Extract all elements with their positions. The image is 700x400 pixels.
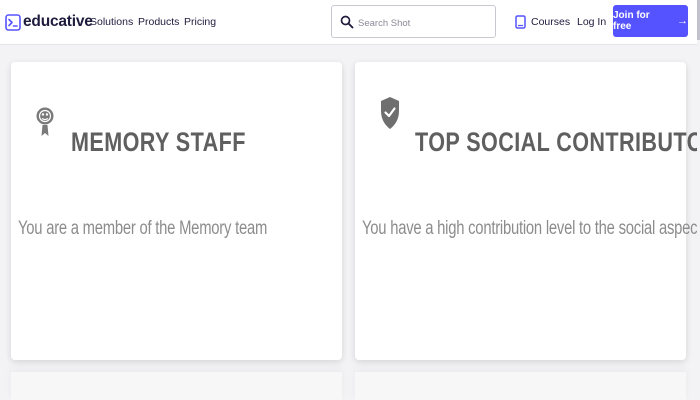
- next-card-edge: [11, 372, 342, 400]
- brand-name: educative: [23, 13, 93, 30]
- nav-products[interactable]: Products: [138, 16, 179, 28]
- educative-logo-icon: [5, 13, 21, 31]
- memory-badge-icon: [36, 107, 54, 136]
- badge-description: You have a high contribution level to th…: [362, 218, 700, 239]
- top-navbar: educative Solutions Products Pricing Cou…: [0, 0, 700, 45]
- search-input[interactable]: [356, 12, 495, 34]
- badge-description: You are a member of the Memory team: [18, 218, 268, 239]
- login-link[interactable]: Log In: [577, 16, 606, 28]
- badge-card-memory-staff: MEMORY STAFF You are a member of the Mem…: [11, 62, 342, 360]
- shield-check-icon: [381, 97, 399, 129]
- educative-logo[interactable]: educative: [5, 12, 93, 32]
- nav-pricing[interactable]: Pricing: [184, 16, 216, 28]
- badge-title: TOP SOCIAL CONTRIBUTOR: [415, 127, 700, 157]
- badge-card-top-social-contributor: TOP SOCIAL CONTRIBUTOR You have a high c…: [355, 62, 700, 360]
- join-for-free-button[interactable]: Join for free →: [613, 5, 688, 37]
- courses-label: Courses: [531, 16, 571, 28]
- search-icon: [340, 15, 354, 29]
- search-box[interactable]: [331, 5, 496, 38]
- courses-icon: [515, 15, 526, 29]
- next-card-edge: [355, 372, 686, 400]
- arrow-right-icon: →: [677, 15, 688, 27]
- join-label: Join for free: [613, 10, 650, 32]
- nav-solutions[interactable]: Solutions: [90, 16, 133, 28]
- badge-title: MEMORY STAFF: [71, 127, 246, 157]
- courses-link[interactable]: Courses: [515, 13, 570, 31]
